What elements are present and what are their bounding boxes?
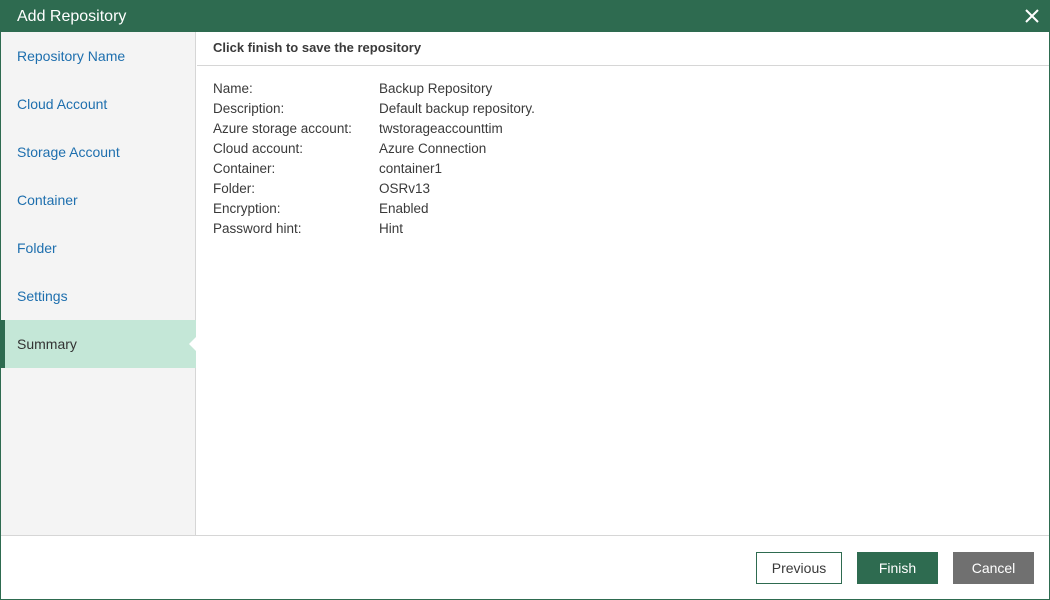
step-storage-account[interactable]: Storage Account — [1, 128, 196, 176]
step-label: Repository Name — [17, 48, 126, 64]
active-step-pointer — [189, 336, 197, 352]
summary-label: Container: — [213, 161, 276, 176]
step-label: Summary — [17, 336, 77, 352]
summary-value: container1 — [379, 161, 443, 176]
step-summary[interactable]: Summary — [1, 320, 197, 368]
step-repository-name[interactable]: Repository Name — [1, 32, 196, 80]
finish-button[interactable]: Finish — [857, 552, 938, 584]
summary-label: Password hint: — [213, 221, 302, 236]
summary-label: Encryption: — [213, 201, 281, 216]
summary-label: Cloud account: — [213, 141, 304, 156]
step-label: Cloud Account — [17, 96, 108, 112]
summary-value: OSRv13 — [379, 181, 431, 196]
step-settings[interactable]: Settings — [1, 272, 196, 320]
summary-panel: Click finish to save the repository Name… — [197, 32, 1049, 535]
step-container[interactable]: Container — [1, 176, 196, 224]
step-label: Storage Account — [17, 144, 120, 160]
step-label: Container — [17, 192, 78, 208]
summary-label: Name: — [213, 81, 253, 96]
summary-value: Backup Repository — [379, 81, 493, 96]
summary-value: Enabled — [379, 201, 429, 216]
dialog-footer: Previous Finish Cancel — [1, 535, 1049, 599]
step-label: Folder — [17, 240, 57, 256]
summary-value: twstorageaccounttim — [379, 121, 503, 136]
summary-value: Hint — [379, 221, 404, 236]
summary-value: Azure Connection — [379, 141, 487, 156]
wizard-steps-sidebar: Repository Name Cloud Account Storage Ac… — [1, 32, 197, 535]
close-button[interactable] — [1021, 5, 1043, 27]
step-cloud-account[interactable]: Cloud Account — [1, 80, 196, 128]
title-bar: Add Repository — [1, 1, 1049, 32]
summary-label: Folder: — [213, 181, 256, 196]
cancel-button[interactable]: Cancel — [953, 552, 1034, 584]
summary-label: Description: — [213, 101, 285, 116]
step-label: Settings — [17, 288, 68, 304]
panel-header: Click finish to save the repository — [197, 32, 1049, 66]
add-repository-dialog: Add Repository Repository Name Cloud Acc… — [0, 0, 1050, 600]
previous-button[interactable]: Previous — [756, 552, 842, 584]
close-icon — [1025, 9, 1039, 23]
dialog-title: Add Repository — [17, 8, 127, 25]
step-folder[interactable]: Folder — [1, 224, 196, 272]
summary-label: Azure storage account: — [213, 121, 352, 136]
summary-value: Default backup repository. — [379, 101, 535, 116]
